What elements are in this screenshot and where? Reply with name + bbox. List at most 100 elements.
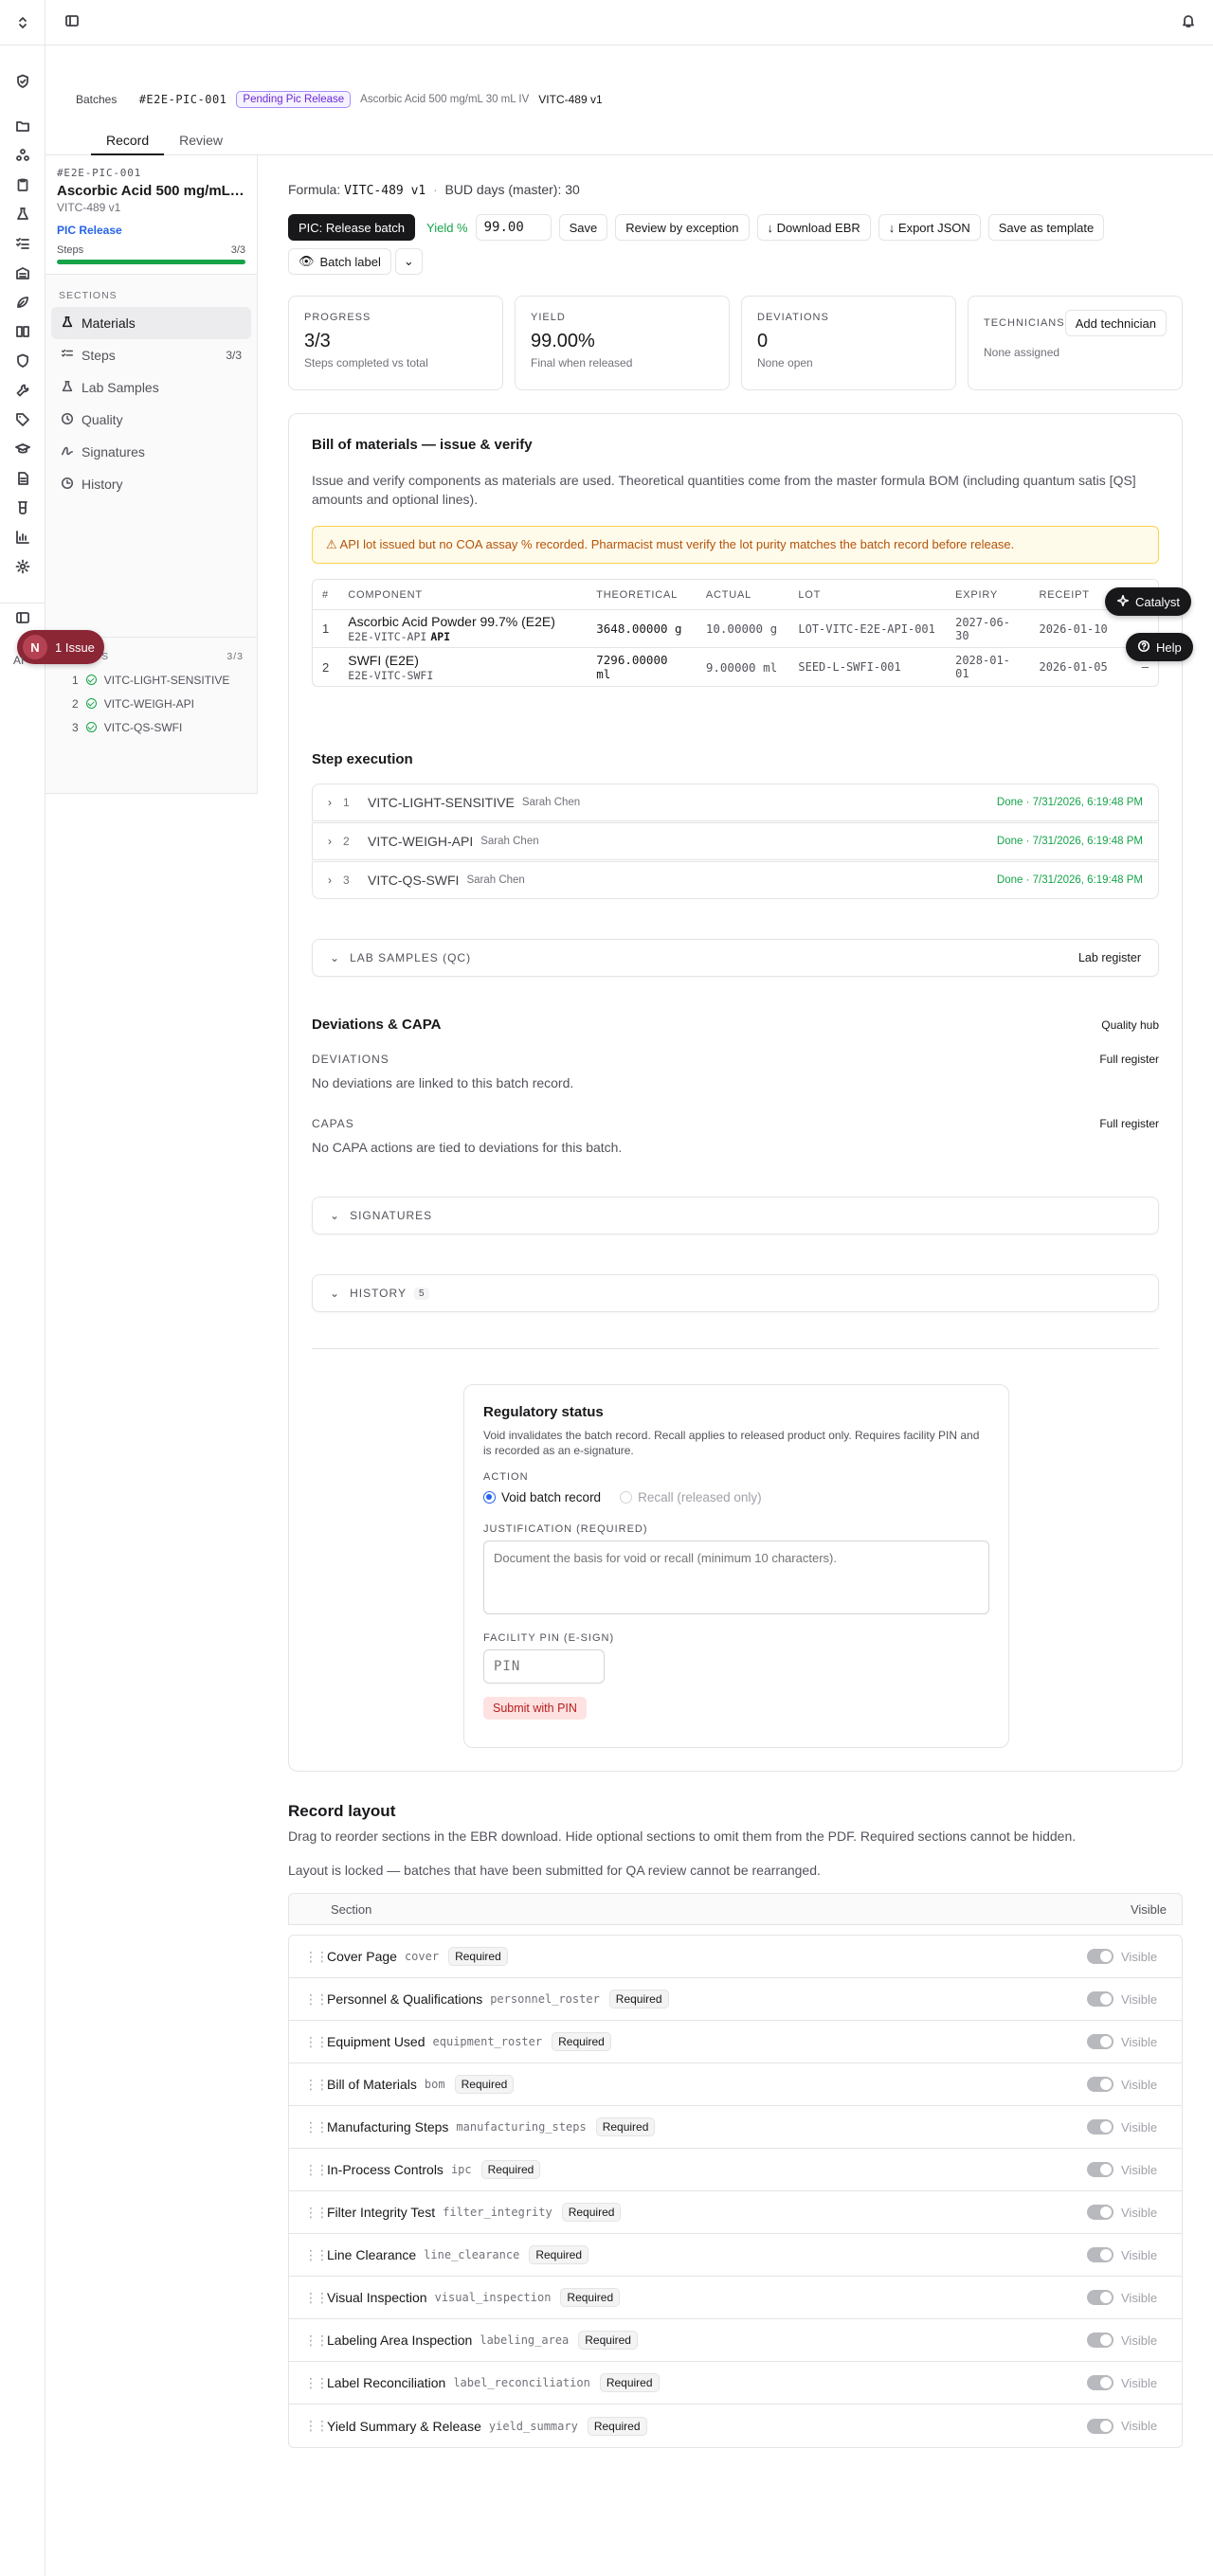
visibility-toggle[interactable] xyxy=(1087,2333,1113,2348)
actual-qty: 10.00000 g xyxy=(696,610,789,648)
sidebar-item-lab-samples[interactable]: Lab Samples xyxy=(51,371,251,404)
panel-toggle-icon[interactable] xyxy=(64,13,80,31)
wrench-icon[interactable] xyxy=(0,375,45,405)
deviations-full-register-link[interactable]: Full register xyxy=(1099,1053,1159,1066)
sidebar-step-item[interactable]: 2 VITC-WEIGH-API xyxy=(45,692,257,715)
catalyst-button[interactable]: Catalyst xyxy=(1105,587,1191,616)
drag-handle-icon[interactable]: ⋮⋮ xyxy=(304,2290,329,2306)
recall-radio[interactable] xyxy=(620,1491,633,1504)
layout-row: ⋮⋮ Manufacturing Steps manufacturing_steps… xyxy=(289,2106,1182,2149)
pin-input[interactable] xyxy=(483,1649,605,1684)
lab-register-link[interactable]: Lab register xyxy=(1078,951,1141,964)
sidebar-item-materials[interactable]: Materials xyxy=(51,307,251,339)
visibility-toggle[interactable] xyxy=(1087,1949,1113,1964)
step-execution-row[interactable]: › 3 VITC-QS-SWFI Sarah Chen Done · 7/31/2026… xyxy=(312,861,1159,899)
void-option[interactable]: Void batch record xyxy=(483,1490,601,1504)
drag-handle-icon[interactable]: ⋮⋮ xyxy=(304,2247,329,2263)
clipboard-icon[interactable] xyxy=(0,170,45,199)
lot-number: LOT-VITC-E2E-API-001 xyxy=(788,610,947,648)
visibility-toggle[interactable] xyxy=(1087,2418,1113,2434)
drag-handle-icon[interactable]: ⋮⋮ xyxy=(304,2375,329,2391)
visibility-toggle[interactable] xyxy=(1087,1991,1113,2007)
drag-handle-icon[interactable]: ⋮⋮ xyxy=(304,1949,329,1965)
graduation-icon[interactable] xyxy=(0,434,45,463)
visibility-toggle[interactable] xyxy=(1087,2162,1113,2177)
save-as-template-button[interactable]: Save as template xyxy=(987,214,1105,241)
sidebar-item-quality[interactable]: Quality xyxy=(51,404,251,436)
submit-with-pin-button[interactable]: Submit with PIN xyxy=(483,1697,587,1720)
table-row: 1 Ascorbic Acid Powder 99.7% (E2E) E2E-VIT… xyxy=(313,610,1158,648)
drag-handle-icon[interactable]: ⋮⋮ xyxy=(304,2205,329,2221)
visibility-label: Visible xyxy=(1121,2290,1158,2305)
chart-icon[interactable] xyxy=(0,522,45,551)
visibility-toggle[interactable] xyxy=(1087,2034,1113,2049)
leaf-icon[interactable] xyxy=(0,287,45,316)
visibility-label: Visible xyxy=(1121,1949,1158,1964)
recall-option[interactable]: Recall (released only) xyxy=(620,1490,762,1504)
visibility-toggle[interactable] xyxy=(1087,2077,1113,2092)
gear-icon[interactable] xyxy=(0,551,45,581)
tab-review[interactable]: Review xyxy=(164,125,238,155)
batch-label-dropdown[interactable]: ⌄ xyxy=(394,248,423,275)
required-badge: Required xyxy=(561,2203,622,2222)
download-ebr-button[interactable]: ↓ Download EBR xyxy=(756,214,871,241)
visibility-toggle[interactable] xyxy=(1087,2119,1113,2135)
step-number: 1 xyxy=(343,796,350,809)
sidebar-item-history[interactable]: History xyxy=(51,468,251,500)
visibility-toggle[interactable] xyxy=(1087,2247,1113,2262)
sidebar-step-item[interactable]: 1 VITC-LIGHT-SENSITIVE xyxy=(45,668,257,692)
drag-handle-icon[interactable]: ⋮⋮ xyxy=(304,1991,329,2008)
list-check-icon xyxy=(61,348,74,364)
visibility-toggle[interactable] xyxy=(1087,2205,1113,2220)
step-execution-row[interactable]: › 1 VITC-LIGHT-SENSITIVE Sarah Chen Done · 7… xyxy=(312,784,1159,821)
drag-handle-icon[interactable]: ⋮⋮ xyxy=(304,2077,329,2093)
capas-full-register-link[interactable]: Full register xyxy=(1099,1117,1159,1130)
visibility-toggle[interactable] xyxy=(1087,2375,1113,2390)
add-technician-button[interactable]: Add technician xyxy=(1064,310,1167,336)
sidebar-toggle-icon[interactable] xyxy=(0,603,45,632)
folder-icon[interactable] xyxy=(0,111,45,140)
batch-summary-card: #E2E-PIC-001 Ascorbic Acid 500 mg/mL 30 … xyxy=(45,155,257,275)
bell-icon[interactable] xyxy=(1181,13,1196,31)
drag-handle-icon[interactable]: ⋮⋮ xyxy=(304,2418,329,2434)
review-by-exception-button[interactable]: Review by exception xyxy=(615,214,750,241)
drag-handle-icon[interactable]: ⋮⋮ xyxy=(304,2034,329,2050)
history-section[interactable]: ⌄ HISTORY 5 xyxy=(312,1274,1159,1312)
tab-record[interactable]: Record xyxy=(91,125,165,155)
visibility-toggle[interactable] xyxy=(1087,2290,1113,2305)
workspace-switcher[interactable] xyxy=(0,0,45,45)
void-radio[interactable] xyxy=(483,1491,496,1504)
signatures-section[interactable]: ⌄ SIGNATURES xyxy=(312,1197,1159,1234)
list-check-icon[interactable] xyxy=(0,228,45,258)
step-execution-row[interactable]: › 2 VITC-WEIGH-API Sarah Chen Done · 7/31/20… xyxy=(312,822,1159,860)
nodes-icon[interactable] xyxy=(0,140,45,170)
shield-check-icon[interactable] xyxy=(0,346,45,375)
release-batch-button[interactable]: PIC: Release batch xyxy=(288,214,416,241)
justification-input[interactable] xyxy=(483,1540,989,1614)
visible-column-header: Visible xyxy=(1130,1901,1167,1917)
flask-icon[interactable] xyxy=(0,199,45,228)
breadcrumb-batches[interactable]: Batches xyxy=(76,93,117,106)
warehouse-icon[interactable] xyxy=(0,258,45,287)
batch-label-button[interactable]: 👁 Batch label xyxy=(288,248,391,275)
save-button[interactable]: Save xyxy=(558,214,608,241)
help-button[interactable]: Help xyxy=(1126,633,1193,661)
drag-handle-icon[interactable]: ⋮⋮ xyxy=(304,2333,329,2349)
sidebar-step-item[interactable]: 3 VITC-QS-SWFI xyxy=(45,715,257,739)
tag-icon[interactable] xyxy=(0,405,45,434)
issues-button[interactable]: N 1 Issue xyxy=(17,630,104,664)
drag-handle-icon[interactable]: ⋮⋮ xyxy=(304,2119,329,2135)
issue-avatar: N xyxy=(23,635,47,659)
export-json-button[interactable]: ↓ Export JSON xyxy=(878,214,981,241)
quality-hub-link[interactable]: Quality hub xyxy=(1101,1018,1159,1032)
layout-row: ⋮⋮ Yield Summary & Release yield_summary Re… xyxy=(289,2405,1182,2447)
drag-handle-icon[interactable]: ⋮⋮ xyxy=(304,2162,329,2178)
yield-input[interactable] xyxy=(475,214,552,241)
document-icon[interactable] xyxy=(0,463,45,493)
sidebar-item-steps[interactable]: Steps 3/3 xyxy=(51,339,251,371)
shield-icon[interactable] xyxy=(0,66,45,96)
sidebar-item-signatures[interactable]: Signatures xyxy=(51,436,251,468)
book-icon[interactable] xyxy=(0,316,45,346)
lab-samples-section[interactable]: ⌄ LAB SAMPLES (QC) Lab register xyxy=(312,939,1159,977)
beaker-icon[interactable] xyxy=(0,493,45,522)
